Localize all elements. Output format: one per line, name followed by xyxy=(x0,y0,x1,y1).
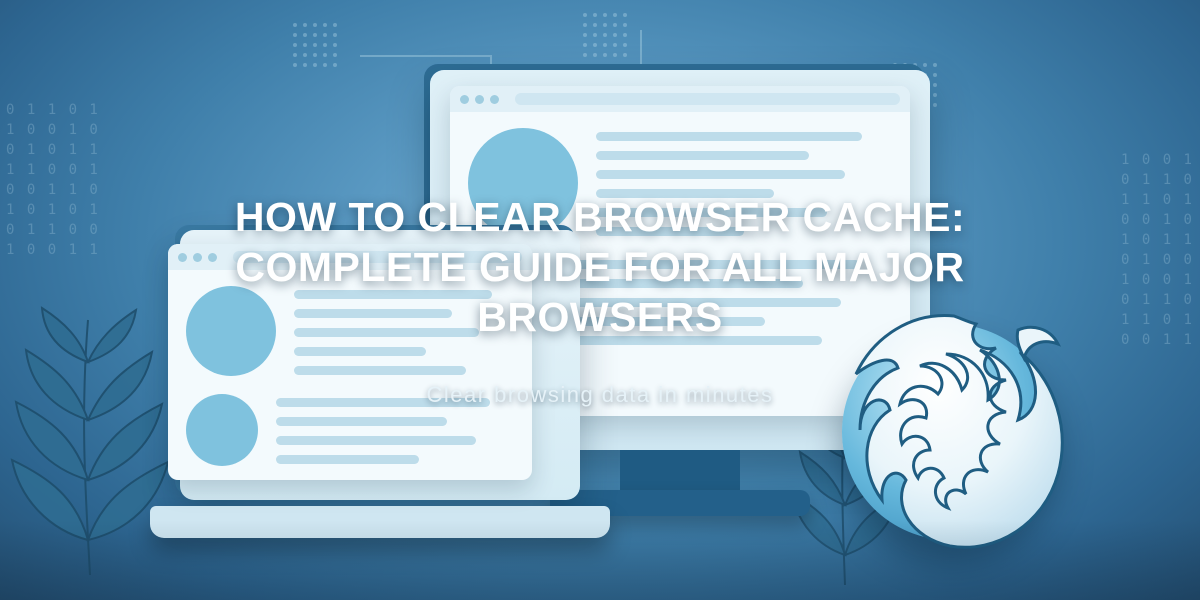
hero-text-overlay: HOW TO CLEAR BROWSER CACHE: COMPLETE GUI… xyxy=(0,0,1200,600)
hero-title: HOW TO CLEAR BROWSER CACHE: COMPLETE GUI… xyxy=(140,192,1060,342)
hero-subtitle: Clear browsing data in minutes xyxy=(426,382,773,408)
hero-banner: 0 1 1 0 1 1 0 0 1 0 0 1 0 1 1 1 1 0 0 1 … xyxy=(0,0,1200,600)
